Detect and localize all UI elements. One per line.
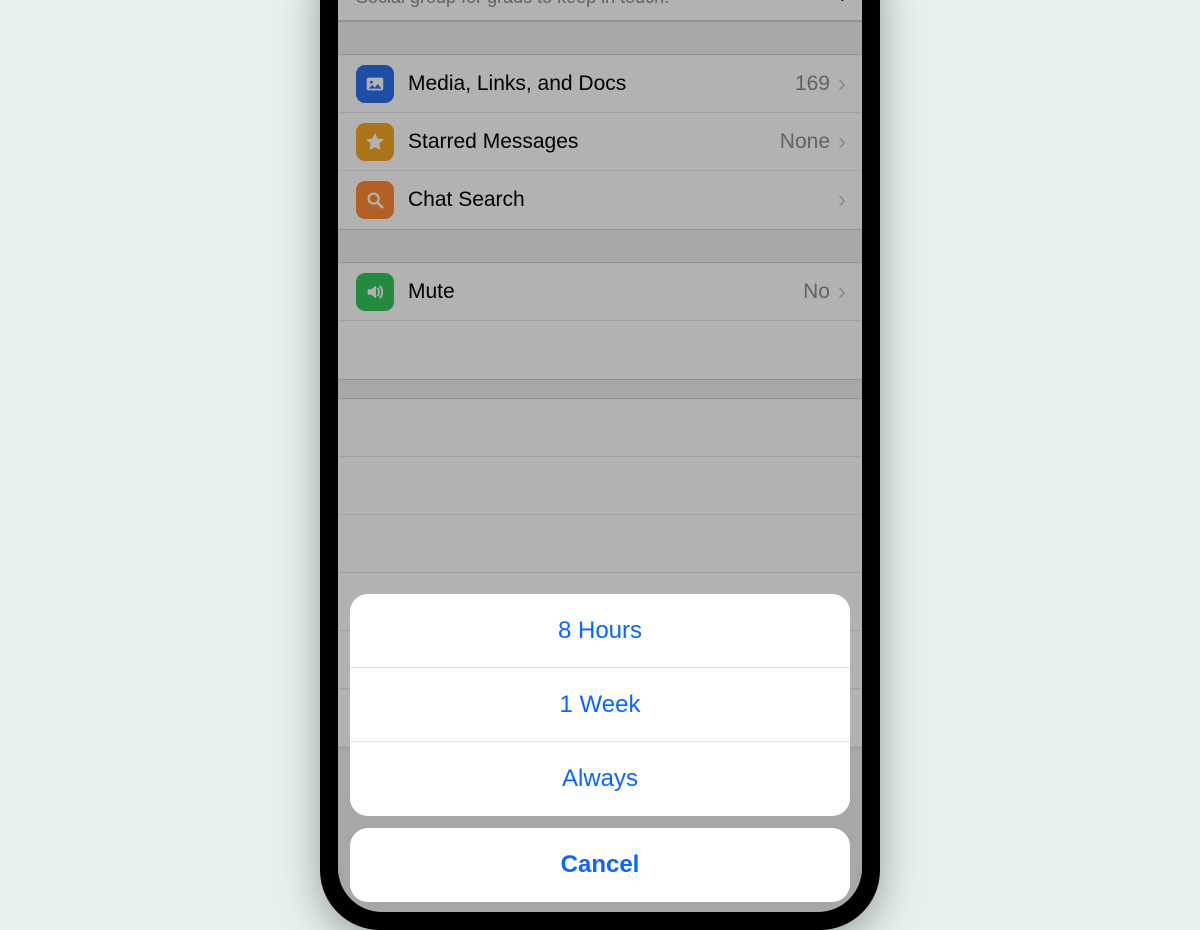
chevron-right-icon: › <box>838 130 846 154</box>
media-icon <box>356 65 394 103</box>
row-value: No <box>803 280 830 304</box>
row-starred-messages[interactable]: Starred Messages None › <box>338 113 862 171</box>
group-subtitle-row[interactable]: Social group for grads to keep in touch!… <box>338 0 862 21</box>
section-spacer <box>338 230 862 262</box>
row-label: Mute <box>408 280 803 304</box>
group-subtitle: Social group for grads to keep in touch! <box>356 0 841 8</box>
option-always[interactable]: Always <box>350 742 850 816</box>
action-sheet: 8 Hours 1 Week Always Cancel <box>350 594 850 902</box>
search-icon <box>356 181 394 219</box>
row-hidden[interactable] <box>338 515 862 573</box>
row-media-links-docs[interactable]: Media, Links, and Docs 169 › <box>338 55 862 113</box>
row-chat-search[interactable]: Chat Search › <box>338 171 862 229</box>
row-value: 169 <box>795 72 830 96</box>
phone-screen: Class of 2018 › Social group for grads t… <box>338 0 862 912</box>
group-media: Media, Links, and Docs 169 › Starred Mes… <box>338 54 862 230</box>
section-spacer <box>338 22 862 54</box>
cancel-button[interactable]: Cancel <box>350 828 850 902</box>
chevron-right-icon: › <box>838 188 846 212</box>
row-hidden[interactable] <box>338 457 862 515</box>
star-icon <box>356 123 394 161</box>
row-label: Media, Links, and Docs <box>408 72 795 96</box>
action-sheet-options: 8 Hours 1 Week Always <box>350 594 850 816</box>
chevron-right-icon: › <box>838 72 846 96</box>
row-value: None <box>780 130 830 154</box>
option-1-week[interactable]: 1 Week <box>350 668 850 742</box>
group-header: Class of 2018 › Social group for grads t… <box>338 0 862 22</box>
row-hidden[interactable] <box>338 321 862 379</box>
row-label: Starred Messages <box>408 130 780 154</box>
row-label: Chat Search <box>408 188 838 212</box>
speaker-icon <box>356 273 394 311</box>
chevron-right-icon: › <box>841 0 846 7</box>
row-mute[interactable]: Mute No › <box>338 263 862 321</box>
group-mute: Mute No › <box>338 262 862 380</box>
phone-frame: Class of 2018 › Social group for grads t… <box>320 0 880 930</box>
chevron-right-icon: › <box>838 280 846 304</box>
row-hidden[interactable] <box>338 399 862 457</box>
option-8-hours[interactable]: 8 Hours <box>350 594 850 668</box>
